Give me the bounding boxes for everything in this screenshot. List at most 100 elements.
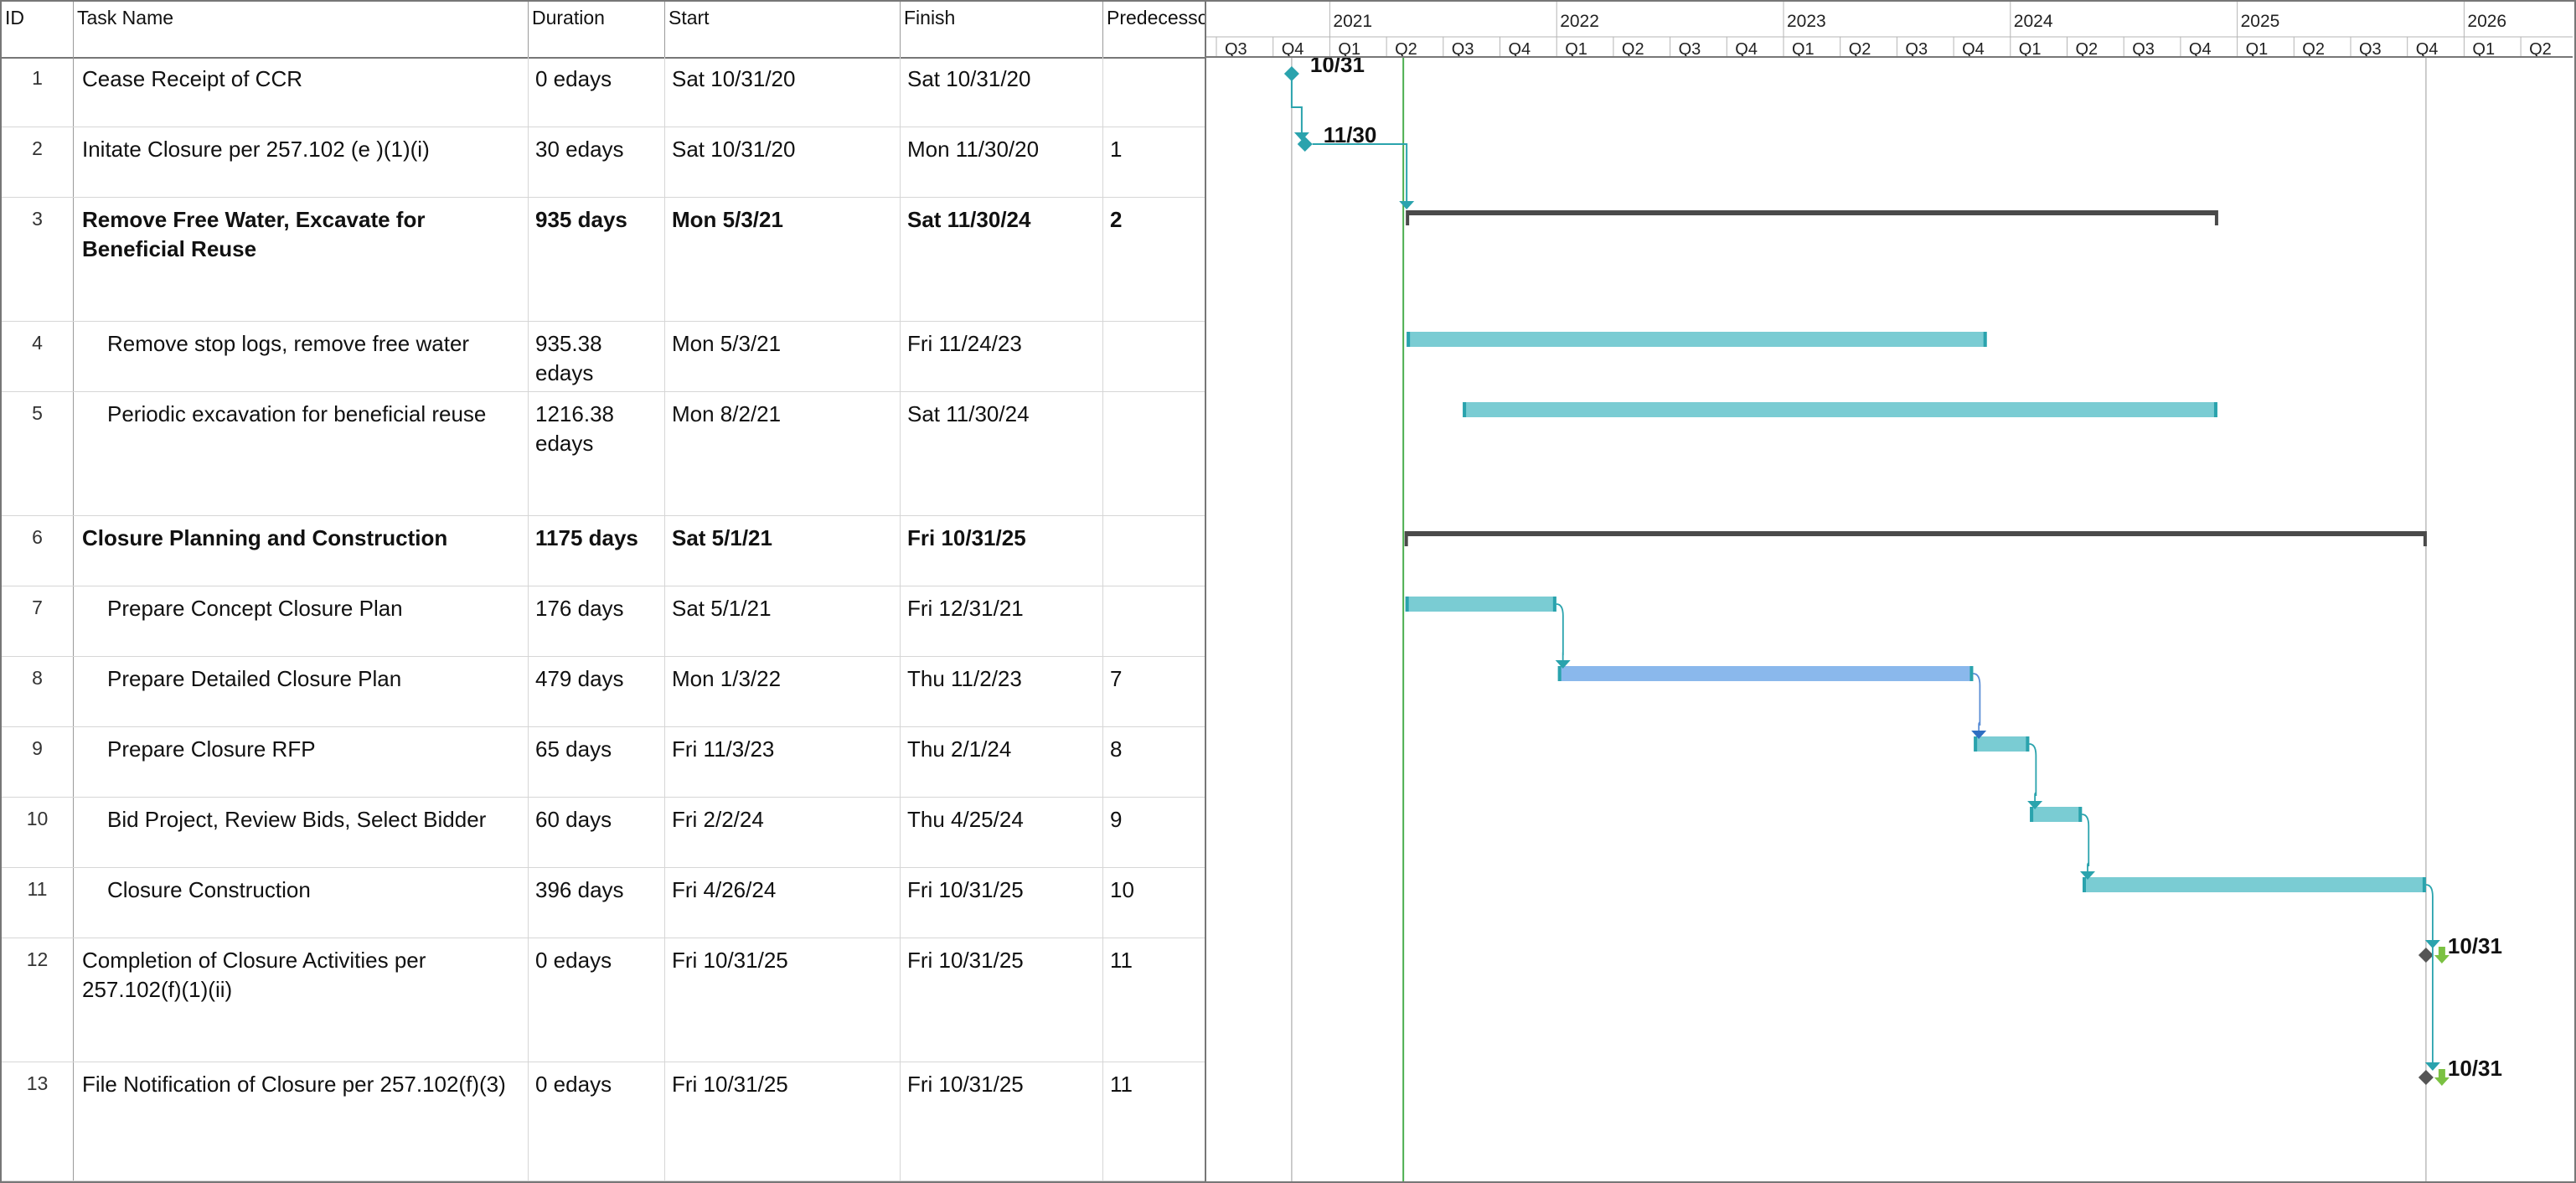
duration-cell[interactable]: 30 edays (529, 127, 665, 197)
column-header-task-name[interactable]: Task Name (74, 2, 529, 57)
task-id-cell[interactable]: 10 (2, 798, 74, 867)
task-name-cell[interactable]: Bid Project, Review Bids, Select Bidder (74, 798, 529, 867)
start-cell[interactable]: Sat 5/1/21 (665, 516, 901, 586)
start-cell[interactable]: Mon 5/3/21 (665, 198, 901, 321)
task-id-cell[interactable]: 8 (2, 657, 74, 726)
duration-cell[interactable]: 0 edays (529, 938, 665, 1062)
duration-cell[interactable]: 396 days (529, 868, 665, 938)
table-row[interactable]: 9 Prepare Closure RFP 65 days Fri 11/3/23 Th… (2, 727, 1205, 798)
finish-cell[interactable]: Sat 11/30/24 (901, 198, 1103, 321)
predecessors-cell[interactable]: 2 (1103, 198, 1205, 321)
start-cell[interactable]: Fri 10/31/25 (665, 1062, 901, 1180)
task-name-cell[interactable]: Initate Closure per 257.102 (e )(1)(i) (74, 127, 529, 197)
task-id-cell[interactable]: 3 (2, 198, 74, 321)
task-name-cell[interactable]: Cease Receipt of CCR (74, 57, 529, 127)
task-name-cell[interactable]: Prepare Concept Closure Plan (74, 586, 529, 656)
start-cell[interactable]: Mon 1/3/22 (665, 657, 901, 726)
duration-cell[interactable]: 65 days (529, 727, 665, 797)
finish-cell[interactable]: Thu 11/2/23 (901, 657, 1103, 726)
column-header-finish[interactable]: Finish (901, 2, 1103, 57)
duration-cell[interactable]: 60 days (529, 798, 665, 867)
predecessors-cell[interactable]: 10 (1103, 868, 1205, 938)
table-row[interactable]: 4 Remove stop logs, remove free water 935.… (2, 322, 1205, 392)
task-name-cell[interactable]: Closure Construction (74, 868, 529, 938)
task-name-cell[interactable]: Completion of Closure Activities per 257… (74, 938, 529, 1062)
finish-cell[interactable]: Fri 11/24/23 (901, 322, 1103, 391)
duration-cell[interactable]: 935 days (529, 198, 665, 321)
start-cell[interactable]: Fri 11/3/23 (665, 727, 901, 797)
task-id-cell[interactable]: 7 (2, 586, 74, 656)
task-id-cell[interactable]: 1 (2, 57, 74, 127)
table-row[interactable]: 12 Completion of Closure Activities per 2… (2, 938, 1205, 1062)
task-id-cell[interactable]: 6 (2, 516, 74, 586)
predecessors-cell[interactable]: 11 (1103, 1062, 1205, 1180)
duration-cell[interactable]: 1216.38 edays (529, 392, 665, 515)
task-name-cell[interactable]: Remove Free Water, Excavate for Benefici… (74, 198, 529, 321)
finish-cell[interactable]: Fri 10/31/25 (901, 868, 1103, 938)
finish-cell[interactable]: Fri 12/31/21 (901, 586, 1103, 656)
task-id-cell[interactable]: 9 (2, 727, 74, 797)
year-label: 2025 (2241, 12, 2280, 31)
duration-cell[interactable]: 1175 days (529, 516, 665, 586)
task-id-cell[interactable]: 12 (2, 938, 74, 1062)
predecessors-cell[interactable] (1103, 57, 1205, 127)
duration-cell[interactable]: 176 days (529, 586, 665, 656)
column-header-predecessors[interactable]: Predecesso (1103, 2, 1205, 57)
duration-cell[interactable]: 0 edays (529, 57, 665, 127)
task-id-cell[interactable]: 11 (2, 868, 74, 938)
table-row[interactable]: 8 Prepare Detailed Closure Plan 479 days Mo… (2, 657, 1205, 727)
column-header-start[interactable]: Start (665, 2, 901, 57)
task-id-cell[interactable]: 13 (2, 1062, 74, 1180)
finish-cell[interactable]: Thu 2/1/24 (901, 727, 1103, 797)
start-cell[interactable]: Sat 5/1/21 (665, 586, 901, 656)
table-row[interactable]: 3 Remove Free Water, Excavate for Benefic… (2, 198, 1205, 322)
finish-cell[interactable]: Fri 10/31/25 (901, 938, 1103, 1062)
duration-cell[interactable]: 0 edays (529, 1062, 665, 1180)
finish-cell[interactable]: Thu 4/25/24 (901, 798, 1103, 867)
column-header-id[interactable]: ID (2, 2, 74, 57)
predecessors-cell[interactable] (1103, 586, 1205, 656)
start-cell[interactable]: Sat 10/31/20 (665, 127, 901, 197)
start-cell[interactable]: Sat 10/31/20 (665, 57, 901, 127)
table-row[interactable]: 11 Closure Construction 396 days Fri 4/26/2… (2, 868, 1205, 938)
finish-cell[interactable]: Fri 10/31/25 (901, 516, 1103, 586)
finish-cell[interactable]: Sat 10/31/20 (901, 57, 1103, 127)
duration-cell[interactable]: 935.38 edays (529, 322, 665, 391)
duration-cell[interactable]: 479 days (529, 657, 665, 726)
column-header-duration[interactable]: Duration (529, 2, 665, 57)
quarter-label: Q1 (2246, 40, 2269, 59)
finish-cell[interactable]: Fri 10/31/25 (901, 1062, 1103, 1180)
predecessors-cell[interactable]: 9 (1103, 798, 1205, 867)
task-name-cell[interactable]: Periodic excavation for beneficial reuse (74, 392, 529, 515)
year-label: 2024 (2014, 12, 2053, 31)
table-row[interactable]: 2 Initate Closure per 257.102 (e )(1)(i) 3… (2, 127, 1205, 198)
task-name-cell[interactable]: Remove stop logs, remove free water (74, 322, 529, 391)
task-name-cell[interactable]: Prepare Detailed Closure Plan (74, 657, 529, 726)
table-row[interactable]: 5 Periodic excavation for beneficial reus… (2, 392, 1205, 516)
start-cell[interactable]: Fri 2/2/24 (665, 798, 901, 867)
table-row[interactable]: 13 File Notification of Closure per 257.1… (2, 1062, 1205, 1181)
task-name-cell[interactable]: File Notification of Closure per 257.102… (74, 1062, 529, 1180)
predecessors-cell[interactable]: 8 (1103, 727, 1205, 797)
predecessors-cell[interactable]: 11 (1103, 938, 1205, 1062)
start-cell[interactable]: Fri 10/31/25 (665, 938, 901, 1062)
start-cell[interactable]: Mon 8/2/21 (665, 392, 901, 515)
table-row[interactable]: 6 Closure Planning and Construction 1175 d… (2, 516, 1205, 586)
start-cell[interactable]: Fri 4/26/24 (665, 868, 901, 938)
finish-cell[interactable]: Mon 11/30/20 (901, 127, 1103, 197)
task-id-cell[interactable]: 4 (2, 322, 74, 391)
task-name-cell[interactable]: Prepare Closure RFP (74, 727, 529, 797)
task-id-cell[interactable]: 5 (2, 392, 74, 515)
task-name-cell[interactable]: Closure Planning and Construction (74, 516, 529, 586)
task-id-cell[interactable]: 2 (2, 127, 74, 197)
predecessors-cell[interactable] (1103, 516, 1205, 586)
start-cell[interactable]: Mon 5/3/21 (665, 322, 901, 391)
finish-cell[interactable]: Sat 11/30/24 (901, 392, 1103, 515)
predecessors-cell[interactable]: 7 (1103, 657, 1205, 726)
table-row[interactable]: 1 Cease Receipt of CCR 0 edays Sat 10/31/20… (2, 57, 1205, 127)
predecessors-cell[interactable] (1103, 322, 1205, 391)
table-row[interactable]: 7 Prepare Concept Closure Plan 176 days Sat… (2, 586, 1205, 657)
predecessors-cell[interactable] (1103, 392, 1205, 515)
predecessors-cell[interactable]: 1 (1103, 127, 1205, 197)
table-row[interactable]: 10 Bid Project, Review Bids, Select Bidde… (2, 798, 1205, 868)
